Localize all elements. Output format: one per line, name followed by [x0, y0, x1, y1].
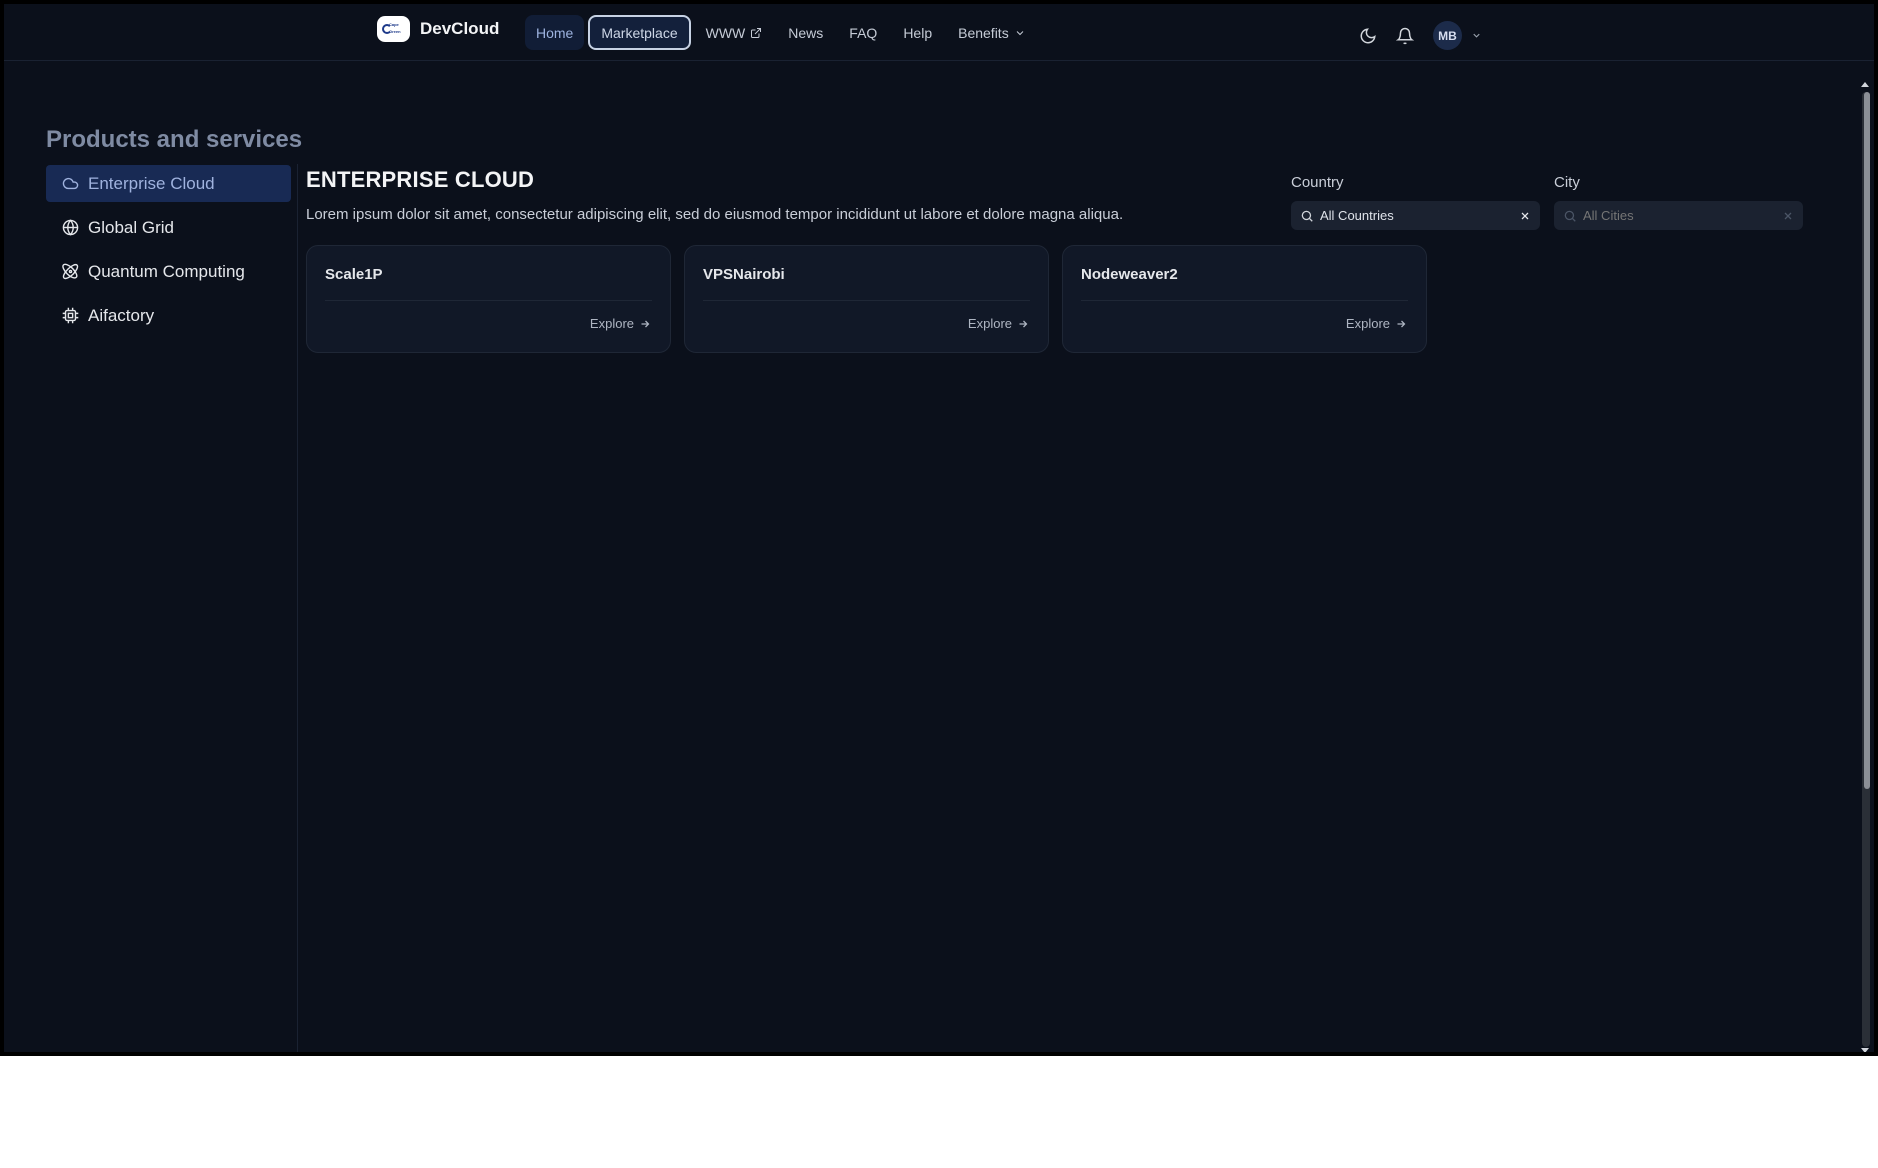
product-card[interactable]: VPSNairobi Explore: [684, 245, 1049, 353]
nav-marketplace[interactable]: Marketplace: [588, 15, 691, 50]
sidebar-item-global-grid[interactable]: Global Grid: [46, 209, 291, 246]
search-icon: [1301, 210, 1313, 222]
nav-marketplace-label: Marketplace: [601, 24, 678, 41]
sidebar-item-aifactory[interactable]: Aifactory: [46, 297, 291, 334]
search-icon: [1564, 210, 1576, 222]
city-filter-label: City: [1554, 174, 1580, 191]
nav-faq[interactable]: FAQ: [838, 15, 888, 50]
nav-home[interactable]: Home: [525, 15, 585, 50]
brand-logo[interactable]: Cape Green DevCloud: [377, 16, 499, 42]
sidebar-item-label: Global Grid: [88, 217, 174, 237]
explore-label: Explore: [1345, 316, 1390, 331]
brand-name: DevCloud: [420, 19, 500, 38]
arrow-right-icon: [641, 320, 650, 327]
scrollbar-thumb[interactable]: [1864, 92, 1870, 789]
sidebar-divider: [297, 164, 298, 1052]
page-title: Products and services: [46, 126, 303, 153]
country-filter-label: Country: [1291, 174, 1344, 191]
card-divider: [1081, 300, 1408, 301]
card-title: Nodeweaver2: [1081, 266, 1178, 283]
sidebar-item-label: Aifactory: [88, 305, 155, 325]
close-icon[interactable]: [1519, 210, 1531, 222]
main-nav: Home Marketplace WWW News FAQ Help Benef…: [525, 15, 1037, 50]
nav-www-label: WWW: [705, 24, 746, 41]
sidebar-item-label: Quantum Computing: [88, 261, 245, 281]
product-card[interactable]: Nodeweaver2 Explore: [1062, 245, 1427, 353]
sidebar-item-enterprise-cloud[interactable]: Enterprise Cloud: [46, 165, 291, 202]
nav-news-label: News: [788, 24, 824, 41]
bell-icon: [1396, 27, 1414, 44]
app-window: Cape Green DevCloud Home Marketplace WWW…: [0, 0, 1878, 1056]
card-title: VPSNairobi: [703, 266, 785, 283]
avatar: MB: [1433, 21, 1462, 50]
product-card[interactable]: Scale1P Explore: [306, 245, 671, 353]
explore-link[interactable]: Explore: [1346, 316, 1407, 331]
nav-benefits-label: Benefits: [958, 24, 1009, 41]
logo-mark-icon: Cape Green: [377, 16, 410, 42]
section-title: ENTERPRISE CLOUD: [306, 167, 535, 192]
explore-label: Explore: [967, 316, 1012, 331]
scroll-up-arrow-icon[interactable]: [1861, 82, 1869, 87]
explore-link[interactable]: Explore: [968, 316, 1029, 331]
explore-label: Explore: [589, 316, 634, 331]
nav-faq-label: FAQ: [849, 24, 878, 41]
card-divider: [325, 300, 652, 301]
notifications-button[interactable]: [1394, 25, 1416, 47]
user-menu-button[interactable]: MB: [1433, 21, 1482, 50]
sidebar: Enterprise Cloud Global Grid Quantum Com…: [46, 165, 291, 341]
explore-link[interactable]: Explore: [590, 316, 651, 331]
scrollbar-track[interactable]: [1862, 92, 1870, 1047]
nav-help[interactable]: Help: [892, 15, 943, 50]
top-navbar: Cape Green DevCloud Home Marketplace WWW…: [4, 4, 1874, 61]
city-filter-field[interactable]: [1554, 201, 1803, 230]
cloud-icon: [62, 177, 79, 190]
chevron-down-icon: [1016, 30, 1024, 35]
card-title: Scale1P: [325, 266, 383, 283]
nav-home-label: Home: [536, 24, 574, 41]
section-description: Lorem ipsum dolor sit amet, consectetur …: [306, 206, 1124, 223]
card-divider: [703, 300, 1030, 301]
external-link-icon: [751, 27, 762, 38]
city-search-input[interactable]: [1583, 208, 1773, 223]
scroll-down-arrow-icon[interactable]: [1861, 1048, 1869, 1052]
close-icon[interactable]: [1782, 210, 1794, 222]
nav-benefits-dropdown[interactable]: Benefits: [947, 15, 1037, 50]
country-filter-field[interactable]: [1291, 201, 1540, 230]
country-search-input[interactable]: [1320, 208, 1510, 223]
arrow-right-icon: [1019, 320, 1028, 327]
moon-icon: [1360, 27, 1376, 43]
arrow-right-icon: [1397, 320, 1406, 327]
nav-www[interactable]: WWW: [695, 15, 774, 50]
theme-toggle-button[interactable]: [1357, 25, 1379, 47]
cpu-icon: [62, 307, 79, 324]
nav-help-label: Help: [903, 24, 933, 41]
product-cards: Scale1P Explore VPSNairobi Explore Nodew…: [306, 245, 1427, 353]
sidebar-item-label: Enterprise Cloud: [88, 173, 215, 193]
chevron-down-icon: [1473, 33, 1480, 38]
nav-news[interactable]: News: [777, 15, 834, 50]
atom-icon: [62, 263, 79, 280]
globe-icon: [62, 219, 79, 236]
top-right-controls: MB: [1357, 21, 1482, 50]
sidebar-item-quantum-computing[interactable]: Quantum Computing: [46, 253, 291, 290]
